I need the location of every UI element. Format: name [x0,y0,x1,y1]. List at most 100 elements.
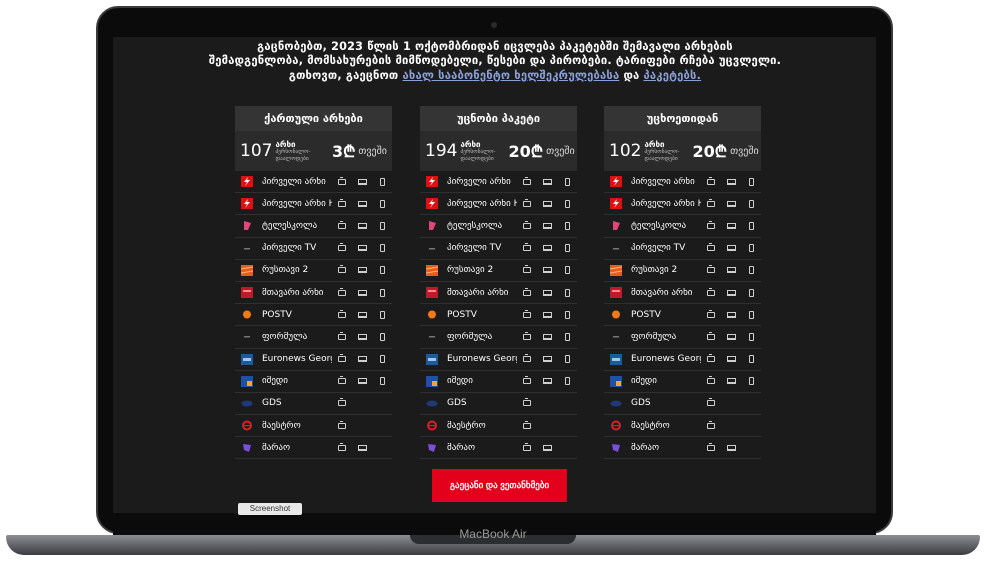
tv-icon [338,309,347,318]
tv-cell [517,287,537,296]
tv-cell [517,265,537,274]
phone-icon [748,266,754,275]
laptop-icon [726,245,736,252]
laptop-cell [537,333,557,340]
package-price: 20₾ [692,142,728,161]
channel-logo-icon [426,398,438,409]
tv-cell [517,220,537,229]
channel-name: იმედი [631,376,657,387]
channel-row: ფორმულა [420,326,577,349]
phone-cell [372,355,392,364]
channel-logo-icon [426,198,438,210]
unit-label: არხი [644,140,665,149]
laptop-icon [357,267,367,274]
screenshot-button[interactable]: Screenshot [238,503,302,515]
phone-icon [748,244,754,253]
laptop-icon [726,289,736,296]
channel-logo-icon [426,176,438,188]
channel-logo-icon [426,264,438,276]
tv-cell [517,176,537,185]
phone-cell [557,377,577,386]
phone-icon [379,310,385,319]
channel-row: მარაო [604,437,761,460]
phone-icon [748,310,754,319]
laptop-cell [352,200,372,207]
channel-row: პირველი არხი [420,171,577,194]
laptop-icon [726,200,736,207]
laptop-icon [542,245,552,252]
tv-cell [701,376,721,385]
tv-cell [332,176,352,185]
channel-row: POSTV [235,304,392,327]
channel-logo-icon [610,176,622,188]
channel-name: ტელესკოლა [631,220,687,231]
laptop-icon [542,378,552,385]
tv-icon [523,265,532,274]
package-info: 102 არხი პერსონალო-დაალოდები 20₾ თვეში [604,131,761,171]
channel-row: იმედი [604,371,761,393]
phone-cell [372,244,392,253]
channel-logo-icon [610,420,622,431]
laptop-cell [537,200,557,207]
channel-logo-icon [241,264,253,276]
channel-logo-icon [241,287,253,299]
tv-icon [707,220,716,229]
channel-row: პირველი TV [235,238,392,260]
tv-cell [332,354,352,363]
phone-cell [372,332,392,341]
tv-icon [523,198,532,207]
channel-row: ტელესკოლა [235,215,392,238]
channel-row: ტელესკოლა [420,215,577,238]
laptop-cell [721,200,741,207]
channel-row: GDS [604,393,761,416]
laptop-icon [542,289,552,296]
laptop-icon [726,222,736,229]
packages-link[interactable]: პაკეტებს. [643,69,701,82]
phone-icon [748,355,754,364]
channel-name: პირველი არხი HD [447,198,518,209]
phone-cell [741,266,761,275]
contract-link[interactable]: ახალ სააბონენტო ხელშეკრულებასა [402,69,619,82]
channel-row: იმედი [420,371,577,393]
phone-icon [379,266,385,275]
channel-name: პირველი არხი [447,176,511,187]
laptop-icon [726,356,736,363]
channel-logo-icon [241,309,253,320]
channel-logo-icon [241,331,253,342]
channel-name: მარაო [262,442,291,453]
unit-sublabel: პერსონალო-დაალოდები [275,149,311,162]
laptop-icon [726,267,736,274]
channel-row: ტელესკოლა [604,215,761,238]
laptop-icon [542,356,552,363]
channel-name: პირველი არხი HD [262,198,333,209]
phone-icon [564,377,570,386]
price-period: თვეში [358,145,387,157]
phone-icon [748,221,754,230]
channel-name: რუსთავი 2 [447,265,494,276]
laptop-cell [721,333,741,340]
laptop-icon [357,356,367,363]
tv-cell [701,331,721,340]
laptop-cell [721,267,741,274]
tv-cell [332,198,352,207]
agree-button[interactable]: გაეცანი და ვეთანხმები [432,469,567,502]
channel-row: პირველი TV [604,238,761,260]
tv-cell [332,220,352,229]
laptop-cell [721,178,741,185]
phone-icon [564,199,570,208]
phone-icon [748,177,754,186]
channel-name: რუსთავი 2 [262,265,309,276]
tv-icon [707,243,716,252]
laptop-icon [542,333,552,340]
channel-count: 107 [240,141,273,161]
phone-icon [379,177,385,186]
tv-cell [332,376,352,385]
laptop-icon [357,178,367,185]
laptop-icon [726,333,736,340]
channel-name: GDS [262,398,282,409]
laptop-cell [352,178,372,185]
channel-logo-icon [610,309,622,320]
tv-icon [523,420,532,429]
tv-icon [523,309,532,318]
channel-row: რუსთავი 2 [235,260,392,282]
